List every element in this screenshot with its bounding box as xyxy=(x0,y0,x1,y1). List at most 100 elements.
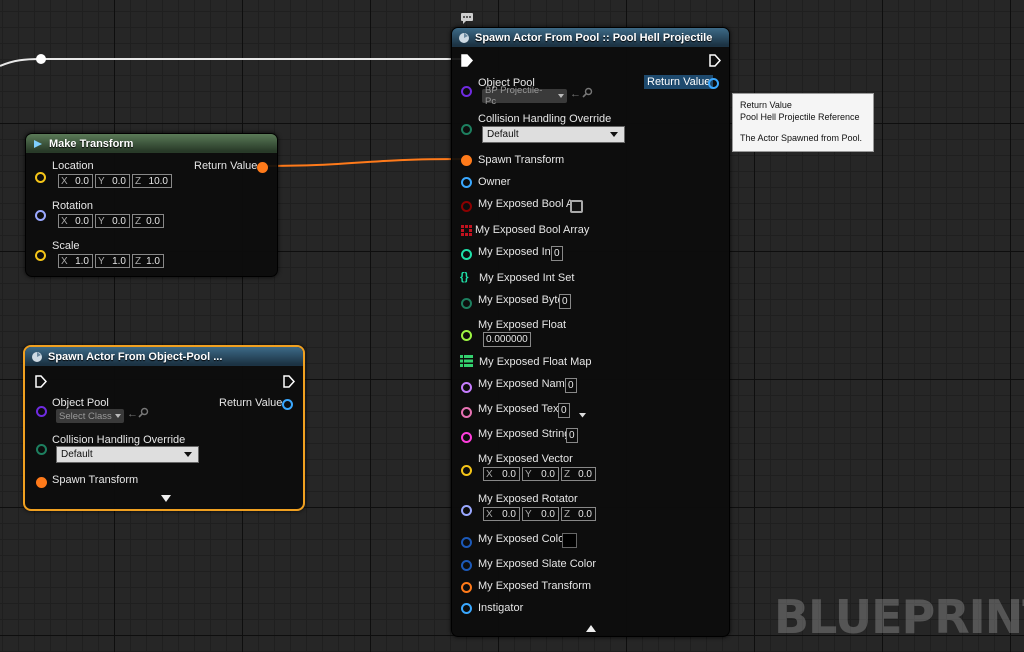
byte-pin[interactable] xyxy=(461,298,472,309)
collision-override-pin[interactable] xyxy=(36,444,47,455)
set-braces-icon[interactable]: {} xyxy=(460,271,469,283)
spawn-actor-from-pool-header[interactable]: Spawn Actor From Pool :: Pool Hell Proje… xyxy=(452,28,729,47)
owner-label: Owner xyxy=(478,176,511,188)
spawn-transform-pin[interactable] xyxy=(36,477,47,488)
slate-color-pin[interactable] xyxy=(461,560,472,571)
int-pin[interactable] xyxy=(461,249,472,260)
collision-override-dropdown[interactable]: Default xyxy=(56,446,199,463)
location-y-field[interactable]: Y 0.0 xyxy=(95,174,130,188)
scale-pin[interactable] xyxy=(35,250,46,261)
int-set-label: My Exposed Int Set xyxy=(479,272,575,284)
vector-y-field[interactable]: Y 0.0 xyxy=(522,467,559,481)
chevron-down-icon xyxy=(610,132,618,137)
spawn-transform-label: Spawn Transform xyxy=(52,474,139,486)
tooltip-line-2: Pool Hell Projectile Reference xyxy=(740,111,860,122)
bool-a-pin[interactable] xyxy=(461,201,472,212)
spawn-from-object-pool-header[interactable]: Spawn Actor From Object-Pool ... xyxy=(25,347,303,366)
rotator-z-field[interactable]: Z 0.0 xyxy=(561,507,596,521)
location-pin[interactable] xyxy=(35,172,46,183)
transform-label: My Exposed Transform xyxy=(478,580,592,592)
location-vector-input[interactable]: X 0.0 Y 0.0 Z 10.0 xyxy=(58,174,172,188)
exec-in-pin[interactable] xyxy=(461,54,473,67)
name-pin[interactable] xyxy=(461,382,472,393)
float-value-input[interactable]: 0.000000 xyxy=(483,332,531,347)
expand-advanced-arrow-icon[interactable] xyxy=(161,494,171,506)
rotation-z-field[interactable]: Z 0.0 xyxy=(132,214,164,228)
exec-out-pin[interactable] xyxy=(283,375,295,388)
vector-input[interactable]: X 0.0 Y 0.0 Z 0.0 xyxy=(483,467,596,481)
comment-bubble-icon[interactable] xyxy=(460,12,474,28)
instigator-pin[interactable] xyxy=(461,603,472,614)
use-selected-arrow-icon[interactable]: ← xyxy=(570,88,581,100)
exec-out-pin[interactable] xyxy=(709,54,721,67)
return-value-pin[interactable] xyxy=(708,78,719,89)
rotator-y-field[interactable]: Y 0.0 xyxy=(522,507,559,521)
location-z-field[interactable]: Z 10.0 xyxy=(132,174,172,188)
byte-value-input[interactable]: 0 xyxy=(559,294,571,309)
scale-y-field[interactable]: Y 1.0 xyxy=(95,254,130,268)
transform-wire xyxy=(261,158,463,167)
spawn-from-object-pool-node[interactable]: Spawn Actor From Object-Pool ... Object … xyxy=(23,345,305,511)
text-options-chevron-icon[interactable] xyxy=(579,409,586,421)
color-swatch[interactable] xyxy=(562,533,577,548)
scale-vector-input[interactable]: X 1.0 Y 1.0 Z 1.0 xyxy=(58,254,164,268)
float-map-label: My Exposed Float Map xyxy=(479,356,592,368)
text-pin[interactable] xyxy=(461,407,472,418)
class-picker[interactable]: Select Class xyxy=(56,409,124,423)
name-value-input[interactable]: 0 xyxy=(565,378,577,393)
transform-pin[interactable] xyxy=(461,582,472,593)
object-pool-pin[interactable] xyxy=(461,86,472,97)
location-x-field[interactable]: X 0.0 xyxy=(58,174,93,188)
scale-z-field[interactable]: Z 1.0 xyxy=(132,254,164,268)
spawn-actor-from-pool-node[interactable]: Spawn Actor From Pool :: Pool Hell Proje… xyxy=(451,27,730,637)
use-selected-arrow-icon[interactable]: ← xyxy=(127,408,138,420)
return-value-pin[interactable] xyxy=(282,399,293,410)
collapse-advanced-arrow-icon[interactable] xyxy=(586,624,596,636)
scale-x-field[interactable]: X 1.0 xyxy=(58,254,93,268)
return-value-pin[interactable] xyxy=(257,162,268,173)
float-pin[interactable] xyxy=(461,330,472,341)
vector-pin[interactable] xyxy=(461,465,472,476)
class-picker[interactable]: BP Projectile- Pc xyxy=(482,85,567,107)
bool-array-label: My Exposed Bool Array xyxy=(475,224,590,236)
browse-search-icon[interactable] xyxy=(582,87,593,101)
function-icon xyxy=(31,351,43,363)
spawn-actor-from-pool-title: Spawn Actor From Pool :: Pool Hell Proje… xyxy=(475,31,713,44)
collision-override-dropdown[interactable]: Default xyxy=(482,126,625,143)
rotator-pin[interactable] xyxy=(461,505,472,516)
blueprint-watermark: BLUEPRINT xyxy=(774,590,1024,644)
collision-override-label: Collision Handling Override xyxy=(52,434,186,446)
color-pin[interactable] xyxy=(461,537,472,548)
name-label: My Exposed Name xyxy=(478,378,571,390)
spawn-transform-pin[interactable] xyxy=(461,155,472,166)
location-label: Location xyxy=(52,160,94,172)
collision-override-pin[interactable] xyxy=(461,124,472,135)
tooltip-line-3: The Actor Spawned from Pool. xyxy=(740,133,863,143)
array-grid-icon[interactable] xyxy=(461,225,472,239)
vector-z-field[interactable]: Z 0.0 xyxy=(561,467,596,481)
int-value-input[interactable]: 0 xyxy=(551,246,563,261)
rotator-input[interactable]: X 0.0 Y 0.0 Z 0.0 xyxy=(483,507,596,521)
rotator-x-field[interactable]: X 0.0 xyxy=(483,507,520,521)
rotation-y-field[interactable]: Y 0.0 xyxy=(95,214,130,228)
owner-pin[interactable] xyxy=(461,177,472,188)
bool-a-checkbox[interactable] xyxy=(570,200,583,213)
exec-wire xyxy=(0,58,462,67)
rotation-pin[interactable] xyxy=(35,210,46,221)
map-grid-icon[interactable] xyxy=(460,355,473,370)
string-pin[interactable] xyxy=(461,432,472,443)
vector-x-field[interactable]: X 0.0 xyxy=(483,467,520,481)
rotation-vector-input[interactable]: X 0.0 Y 0.0 Z 0.0 xyxy=(58,214,164,228)
make-transform-node[interactable]: Make Transform Location X 0.0 Y 0.0 Z 10.0 … xyxy=(25,133,278,277)
object-pool-pin[interactable] xyxy=(36,406,47,417)
exec-in-pin[interactable] xyxy=(35,375,47,388)
browse-search-icon[interactable] xyxy=(138,407,149,421)
make-transform-header[interactable]: Make Transform xyxy=(26,134,277,153)
text-label: My Exposed Text xyxy=(478,403,562,415)
rotation-x-field[interactable]: X 0.0 xyxy=(58,214,93,228)
spawn-transform-label: Spawn Transform xyxy=(478,154,565,166)
string-value-input[interactable]: 0 xyxy=(566,428,578,443)
text-value-input[interactable]: 0 xyxy=(558,403,570,418)
rotation-label: Rotation xyxy=(52,200,93,212)
spawn-from-object-pool-title: Spawn Actor From Object-Pool ... xyxy=(48,350,223,363)
